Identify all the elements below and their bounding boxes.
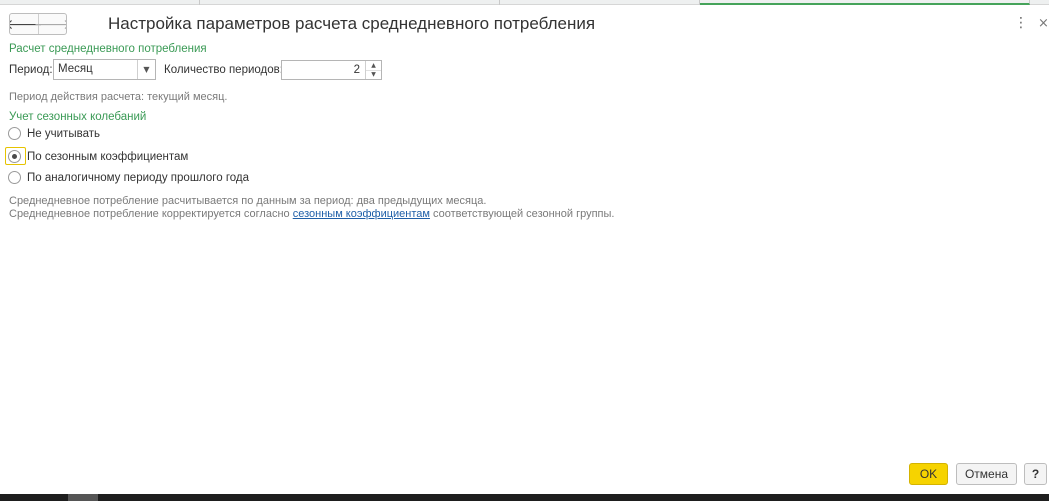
radio-label: Не учитывать [27,127,100,140]
help-button[interactable]: ? [1024,463,1047,485]
correction-note-suffix: соответствующей сезонной группы. [429,208,615,220]
navigation-buttons: 🡐 🡒 [9,13,67,35]
close-icon[interactable]: × [1038,16,1049,31]
taskbar-item [68,494,98,501]
radio-button[interactable] [8,171,21,184]
tab-active[interactable] [700,0,1030,5]
calc-note: Среднедневное потребление расчитывается … [9,195,487,207]
period-select[interactable]: Месяц ▼ [53,59,156,80]
radio-button[interactable] [8,150,21,163]
spin-buttons: ▲ ▼ [365,61,381,79]
radio-option-ignore[interactable]: Не учитывать [8,127,100,140]
radio-option-last-year[interactable]: По аналогичному периоду прошлого года [8,171,249,184]
page-title: Настройка параметров расчета среднедневн… [108,14,596,33]
period-label: Период: [9,64,53,76]
arrow-right-icon: 🡒 [34,16,66,33]
spin-down-icon[interactable]: ▼ [366,69,381,80]
period-count-stepper[interactable]: 2 ▲ ▼ [281,60,382,80]
tab[interactable] [0,0,200,5]
spin-up-icon[interactable]: ▲ [366,61,381,70]
ok-button[interactable]: OK [909,463,948,485]
radio-option-seasonal-coefficients[interactable]: По сезонным коэффициентам [8,150,188,163]
tab-strip [0,0,1049,5]
seasonal-coefficients-link[interactable]: сезонным коэффициентам [293,208,430,220]
radio-label: По сезонным коэффициентам [27,150,189,163]
period-count-value: 2 [353,64,360,76]
chevron-down-icon[interactable]: ▼ [137,60,155,79]
tab[interactable] [500,0,700,5]
period-select-value: Месяц [58,63,93,75]
forward-button[interactable]: 🡒 [34,14,66,34]
cancel-button[interactable]: Отмена [956,463,1017,485]
period-hint: Период действия расчета: текущий месяц. [9,91,228,103]
correction-note-prefix: Среднедневное потребление корректируется… [9,208,293,220]
correction-note: Среднедневное потребление корректируется… [9,208,614,220]
more-menu-icon[interactable]: ⋮ [1014,15,1028,31]
taskbar-strip [0,494,1049,501]
seasonal-section-title: Учет сезонных колебаний [9,111,147,123]
period-count-label: Количество периодов: [164,64,283,76]
radio-label: По аналогичному периоду прошлого года [27,171,250,184]
tab[interactable] [200,0,500,5]
calc-section-title: Расчет среднедневного потребления [9,43,207,55]
radio-button[interactable] [8,127,21,140]
